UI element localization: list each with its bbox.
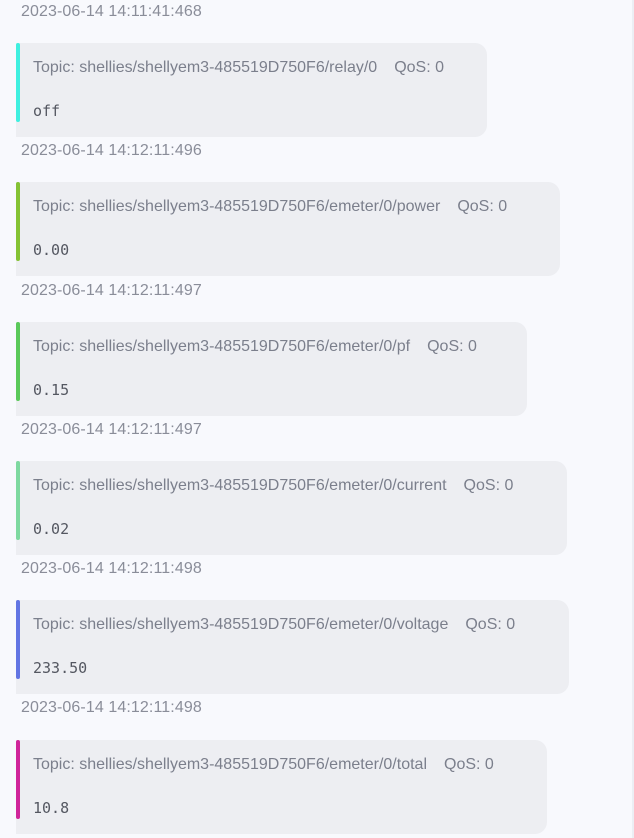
message-topic: Topic: shellies/shellyem3-485519D750F6/e… (33, 756, 427, 773)
message-color-bar (16, 43, 20, 122)
message-color-bar (16, 600, 20, 679)
message-qos: QoS: 0 (427, 338, 477, 355)
message-header: Topic: shellies/shellyem3-485519D750F6/e… (33, 755, 494, 775)
message-timestamp: 2023-06-14 14:12:11:497 (21, 282, 202, 299)
message-qos: QoS: 0 (463, 477, 514, 494)
message-payload: 10.8 (33, 799, 70, 817)
message-qos: QoS: 0 (444, 756, 494, 773)
message-feed: 2023-06-14 14:11:41:468 Topic: shellies/… (0, 0, 634, 838)
message-qos: QoS: 0 (394, 59, 444, 76)
message-timestamp: 2023-06-14 14:12:11:497 (21, 421, 202, 438)
message-card[interactable]: Topic: shellies/shellyem3-485519D750F6/e… (16, 182, 560, 276)
message-card[interactable]: Topic: shellies/shellyem3-485519D750F6/e… (16, 322, 527, 416)
message-header: Topic: shellies/shellyem3-485519D750F6/e… (33, 197, 507, 217)
message-card[interactable]: Topic: shellies/shellyem3-485519D750F6/r… (16, 43, 487, 137)
message-payload: 0.02 (33, 520, 70, 538)
message-timestamp: 2023-06-14 14:12:11:498 (21, 699, 202, 716)
message-color-bar (16, 740, 20, 819)
message-payload: off (33, 102, 61, 120)
message-color-bar (16, 461, 20, 540)
message-color-bar (16, 182, 20, 261)
message-timestamp: 2023-06-14 14:12:11:496 (21, 142, 202, 159)
message-qos: QoS: 0 (457, 198, 508, 215)
message-topic: Topic: shellies/shellyem3-485519D750F6/e… (33, 477, 447, 494)
message-card[interactable]: Topic: shellies/shellyem3-485519D750F6/e… (16, 740, 547, 834)
message-topic: Topic: shellies/shellyem3-485519D750F6/e… (33, 616, 449, 633)
message-qos: QoS: 0 (465, 616, 516, 633)
message-topic: Topic: shellies/shellyem3-485519D750F6/e… (33, 338, 411, 355)
message-payload: 233.50 (33, 659, 88, 677)
message-header: Topic: shellies/shellyem3-485519D750F6/e… (33, 337, 477, 357)
message-payload: 0.00 (33, 241, 70, 259)
message-color-bar (16, 322, 20, 401)
message-timestamp: 2023-06-14 14:11:41:468 (21, 3, 202, 20)
message-card[interactable]: Topic: shellies/shellyem3-485519D750F6/e… (16, 600, 569, 694)
message-topic: Topic: shellies/shellyem3-485519D750F6/e… (33, 198, 441, 215)
message-header: Topic: shellies/shellyem3-485519D750F6/e… (33, 476, 513, 496)
message-topic: Topic: shellies/shellyem3-485519D750F6/r… (33, 59, 378, 76)
message-card[interactable]: Topic: shellies/shellyem3-485519D750F6/e… (16, 461, 567, 555)
message-timestamp: 2023-06-14 14:12:11:498 (21, 560, 202, 577)
message-header: Topic: shellies/shellyem3-485519D750F6/r… (33, 58, 444, 78)
message-header: Topic: shellies/shellyem3-485519D750F6/e… (33, 615, 515, 635)
message-payload: 0.15 (33, 381, 70, 399)
